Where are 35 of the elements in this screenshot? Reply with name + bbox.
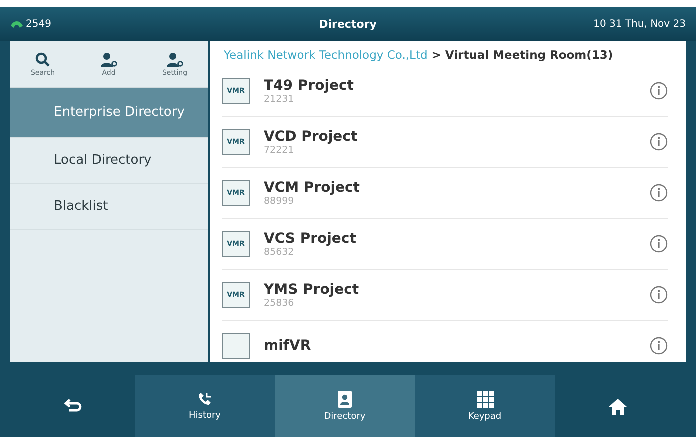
contact-card-icon	[338, 390, 352, 408]
info-icon[interactable]	[650, 184, 668, 202]
contact-name[interactable]: VCM Project	[264, 180, 650, 196]
contact-name[interactable]: mifVR	[264, 338, 650, 354]
info-icon[interactable]	[650, 235, 668, 253]
keypad-icon	[476, 390, 494, 408]
back-arrow-icon	[64, 399, 82, 413]
contact-number: 85632	[264, 246, 296, 258]
keypad-softkey[interactable]: Keypad	[415, 375, 555, 437]
breadcrumb-current: Virtual Meeting Room(13)	[445, 48, 614, 62]
history-softkey[interactable]: History	[135, 375, 275, 437]
contact-number: 88999	[264, 196, 296, 206]
sidebar-item[interactable]: Local Directory	[10, 138, 208, 184]
contact-number: 25836	[264, 298, 296, 308]
screen-title: Directory	[319, 18, 377, 30]
info-icon[interactable]	[650, 337, 668, 355]
home-icon	[608, 398, 628, 414]
search-icon	[35, 52, 51, 68]
contact-name[interactable]: YMS Project	[264, 282, 650, 298]
info-icon[interactable]	[650, 82, 668, 100]
phone-handset-icon	[10, 20, 24, 28]
info-icon[interactable]	[650, 286, 668, 304]
contact-name[interactable]: T49 Project	[264, 78, 650, 94]
contact-name[interactable]: VCS Project	[264, 230, 650, 246]
directory-softkey[interactable]: Directory	[275, 375, 415, 437]
phone-icon	[198, 392, 212, 406]
info-icon[interactable]	[650, 133, 668, 151]
date-time: 10 31 Thu, Nov 23	[594, 18, 686, 30]
sidebar-item[interactable]: Blacklist	[10, 184, 208, 230]
contact-number: 72221	[264, 144, 296, 156]
contact-name[interactable]: VCD Project	[264, 128, 650, 144]
account-number: 2549	[26, 18, 52, 30]
contact-number: 21231	[264, 94, 296, 104]
sidebar-item[interactable]: Enterprise Directory	[10, 88, 208, 138]
breadcrumb-separator: >	[432, 48, 442, 62]
